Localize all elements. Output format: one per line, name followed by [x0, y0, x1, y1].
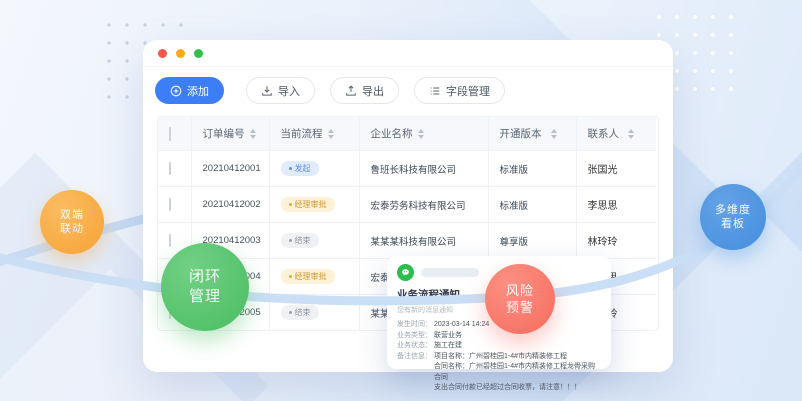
close-button[interactable]: [158, 49, 167, 58]
flow-status-badge: 经理审批: [281, 269, 335, 284]
badge-text: 风险: [506, 282, 534, 299]
export-button-label: 导出: [362, 83, 384, 99]
table-row: 20210412002 经理审批 宏泰劳务科技有限公司 标准版 李思思: [158, 187, 656, 223]
company-name: 宏泰劳务科技有限公司: [359, 187, 488, 223]
badge-text: 预警: [506, 299, 534, 316]
feature-badge-dual-linkage: 双端 联动: [40, 190, 104, 254]
add-button[interactable]: 添加: [155, 77, 224, 104]
field-manage-button-label: 字段管理: [446, 83, 490, 99]
flow-status-badge: 结束: [281, 305, 319, 320]
zoom-button[interactable]: [194, 49, 203, 58]
sort-icon[interactable]: [418, 129, 424, 139]
list-icon: [429, 85, 441, 97]
order-no: 20210412001: [191, 151, 269, 187]
company-name: 鲁班长科技有限公司: [359, 151, 488, 187]
app-name-placeholder: [421, 268, 479, 277]
version: 尊享版: [488, 223, 576, 259]
status-dot-icon: [289, 275, 292, 278]
sort-icon[interactable]: [328, 129, 334, 139]
row-checkbox[interactable]: [169, 234, 171, 247]
minimize-button[interactable]: [176, 49, 185, 58]
export-button[interactable]: 导出: [330, 77, 399, 104]
header-contact: 联系人: [588, 126, 620, 141]
table-row: 20210412001 发起 鲁班长科技有限公司 标准版 张国光: [158, 151, 656, 187]
export-icon: [345, 85, 357, 97]
marketing-scene: 添加 导入 导出 字段管理: [0, 0, 802, 401]
notification-fields: 发生时间：2023-03-14 14:24 业务类型：联营业务 业务状态：施工在…: [397, 320, 601, 394]
field-manage-button[interactable]: 字段管理: [414, 77, 505, 104]
contact-name: 李思思: [576, 187, 656, 223]
flow-status-badge: 经理审批: [281, 197, 335, 212]
field-remark-contract: 合同名称：广州碧桂园1-4#市内精装修工程龙骨采购合同: [397, 362, 601, 383]
contact-name: 张国光: [576, 151, 656, 187]
flow-status-badge: 发起: [281, 161, 319, 176]
badge-text: 闭环: [189, 267, 221, 287]
feature-badge-multi-dashboard: 多维度 看板: [700, 184, 766, 250]
company-name: 某某某科技有限公司: [359, 223, 488, 259]
badge-text: 联动: [60, 222, 84, 236]
import-button-label: 导入: [278, 83, 300, 99]
badge-text: 管理: [189, 287, 221, 307]
status-dot-icon: [289, 311, 292, 314]
window-titlebar: [143, 40, 673, 67]
header-flow: 当前流程: [281, 126, 323, 141]
order-no: 20210412002: [191, 187, 269, 223]
select-all-checkbox[interactable]: [169, 127, 171, 141]
header-company: 企业名称: [371, 126, 413, 141]
feature-badge-closed-loop: 闭环 管理: [161, 243, 249, 331]
contact-name: 林玲玲: [576, 223, 656, 259]
badge-text: 多维度: [715, 203, 751, 217]
header-order: 订单编号: [203, 126, 245, 141]
field-business-status: 业务状态：施工在建: [397, 341, 601, 352]
field-business-type: 业务类型：联营业务: [397, 331, 601, 342]
row-checkbox[interactable]: [169, 162, 171, 175]
plus-circle-icon: [170, 85, 182, 97]
badge-text: 看板: [721, 217, 745, 231]
status-dot-icon: [289, 239, 292, 242]
sort-icon[interactable]: [551, 129, 557, 139]
status-dot-icon: [289, 203, 292, 206]
import-button[interactable]: 导入: [246, 77, 315, 104]
sort-icon[interactable]: [250, 129, 256, 139]
table-header-row: 订单编号 当前流程 企业名称 开通版本 联系人: [158, 117, 656, 151]
row-checkbox[interactable]: [169, 198, 171, 211]
toolbar: 添加 导入 导出 字段管理: [143, 67, 673, 112]
import-icon: [261, 85, 273, 97]
field-remark-project: 备注信息：项目名称：广州碧桂园1-4#市内精装修工程: [397, 352, 601, 363]
field-remark-warning: 支出合同付款已经超过合同收票，请注意！！！: [397, 383, 601, 394]
feature-badge-risk-warning: 风险 预警: [485, 264, 555, 334]
wechat-icon: [397, 264, 414, 281]
add-button-label: 添加: [187, 83, 209, 99]
badge-text: 双端: [60, 208, 84, 222]
version: 标准版: [488, 151, 576, 187]
sort-icon[interactable]: [628, 129, 634, 139]
flow-status-badge: 结束: [281, 233, 319, 248]
version: 标准版: [488, 187, 576, 223]
header-version: 开通版本: [500, 126, 542, 141]
status-dot-icon: [289, 167, 292, 170]
